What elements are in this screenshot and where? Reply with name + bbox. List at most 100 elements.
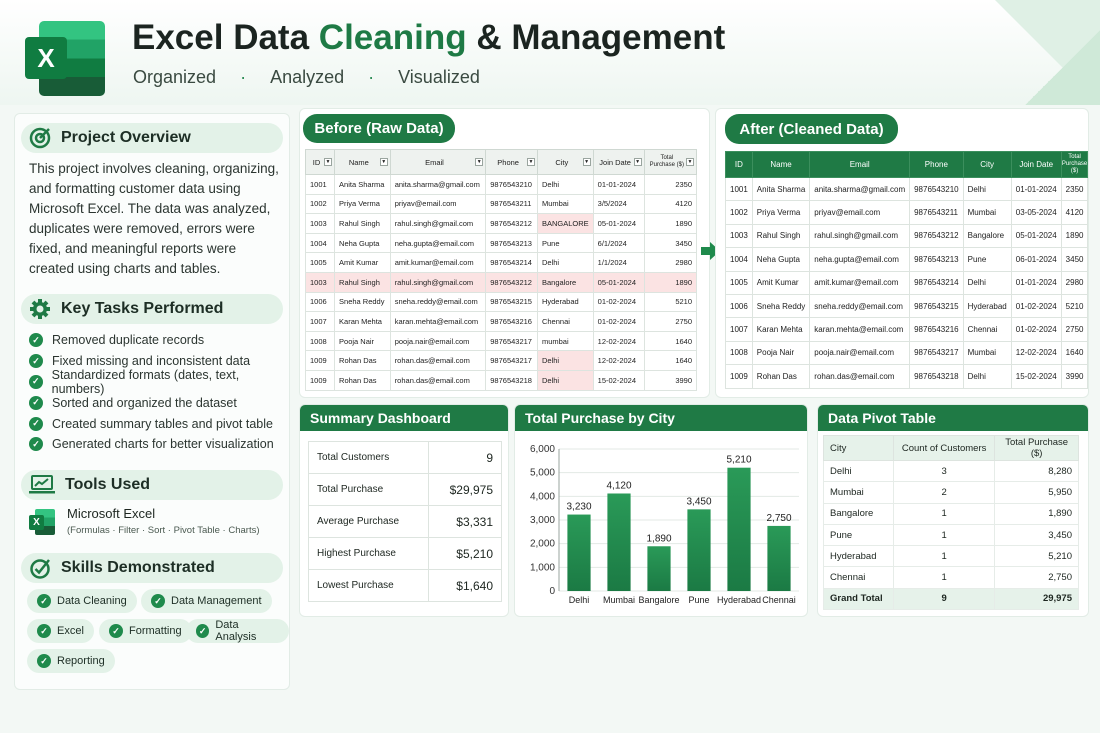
table-row: Mumbai 2 5,950 <box>823 481 1079 504</box>
pivot-table: City Count of Customers Total Purchase (… <box>823 435 1079 611</box>
x-tick-label: Bangalore <box>638 595 679 605</box>
clean-data-title: After (Cleaned Data) <box>725 114 898 144</box>
y-tick-label: 2,000 <box>530 539 555 550</box>
column-header[interactable]: Total Purchase ($) ▼ <box>643 149 698 175</box>
column-header[interactable]: ID ▼ <box>304 149 336 175</box>
gear-icon <box>30 299 50 319</box>
table-header-row: City Count of Customers Total Purchase (… <box>823 435 1079 461</box>
bar-chennai <box>767 525 791 591</box>
info-panel: Project Overview This project involves c… <box>14 113 290 690</box>
filter-dropdown-icon[interactable]: ▼ <box>526 158 535 166</box>
table-row: 1009 Rohan Das rohan.das@email.com 98765432… <box>304 350 698 371</box>
bullet-separator: · <box>240 67 247 87</box>
list-item: ✓ Generated charts for better visualizati… <box>29 434 289 455</box>
duplicate-row: 1003 Rahul Singh rahul.singh@gmail.com 9876… <box>304 271 698 293</box>
bar-bangalore <box>647 546 671 591</box>
clean-data-table: ID Name Email Phone City Join Date Total… <box>725 151 1089 389</box>
column-header[interactable]: Name ▼ <box>334 149 391 175</box>
error-cell: Delhi <box>536 350 594 371</box>
check-icon: ✓ <box>37 654 51 668</box>
table-row: 1001 Anita Sharma anita.sharma@gmail.com 98… <box>304 174 698 195</box>
table-row: 1007 Karan Mehta karan.mehta@email.com 9876… <box>725 317 1089 342</box>
bar-delhi <box>567 514 591 591</box>
bar-pune <box>687 509 711 591</box>
x-tick-label: Pune <box>688 595 709 605</box>
column-header[interactable]: ID <box>725 151 753 178</box>
chart-panel: Total Purchase by City 0 1,000 2,000 3,000 4… <box>514 404 808 617</box>
column-header[interactable]: Join Date ▼ <box>592 149 645 175</box>
check-icon: ✓ <box>196 624 210 638</box>
list-item: ✓ Created summary tables and pivot table <box>29 413 289 434</box>
filter-dropdown-icon[interactable]: ▼ <box>633 158 642 166</box>
table-row: Chennai 1 2,750 <box>823 566 1079 589</box>
pivot-title: Data Pivot Table <box>818 405 1088 431</box>
skill-badge: ✓ Formatting <box>99 619 192 643</box>
check-icon: ✓ <box>29 437 43 452</box>
filter-dropdown-icon[interactable]: ▼ <box>582 158 591 166</box>
data-label: 1,890 <box>646 533 671 544</box>
table-row: Lowest Purchase $1,640 <box>308 569 503 602</box>
column-header[interactable]: Phone <box>909 151 964 178</box>
check-icon: ✓ <box>29 333 43 348</box>
header-decoration-2 <box>1025 30 1100 105</box>
summary-table: Total Customers 9 Total Purchase $29,975 A… <box>308 441 503 602</box>
page-subtitle: Organized · Analyzed · Visualized <box>133 67 480 88</box>
table-row: Bangalore 1 1,890 <box>823 502 1079 525</box>
data-label: 4,120 <box>606 480 631 491</box>
table-row: Total Customers 9 <box>308 441 503 474</box>
column-header[interactable]: City ▼ <box>536 149 594 175</box>
table-row: 1007 Karan Mehta karan.mehta@email.com 9876… <box>304 311 698 332</box>
bar-mumbai <box>607 493 631 591</box>
table-row: Delhi 3 8,280 <box>823 459 1079 483</box>
tools-used-heading: Tools Used <box>21 470 283 500</box>
summary-dashboard-title: Summary Dashboard <box>300 405 508 431</box>
table-row: 1002 Priya Verma priyav@email.com 987654321… <box>304 193 698 215</box>
table-row: Total Purchase $29,975 <box>308 473 503 506</box>
laptop-chart-icon <box>29 475 55 494</box>
bar-chart: 0 1,000 2,000 3,000 4,000 5,000 6,000 3,230 Delh… <box>530 444 799 605</box>
y-tick-label: 6,000 <box>530 444 555 455</box>
table-row: 1008 Pooja Nair pooja.nair@email.com 987654… <box>725 340 1089 366</box>
column-header[interactable]: Email <box>809 151 911 178</box>
error-cell: Delhi <box>536 369 594 391</box>
project-overview-text: This project involves cleaning, organizi… <box>29 161 279 276</box>
check-icon: ✓ <box>29 395 43 410</box>
filter-dropdown-icon[interactable]: ▼ <box>324 158 333 166</box>
column-header[interactable]: Total Purchase ($) <box>1060 151 1089 178</box>
bar-hyderabad <box>727 467 751 591</box>
table-row: 1003 Rahul Singh rahul.singh@gmail.com 9876… <box>725 223 1089 249</box>
column-header[interactable]: City <box>962 151 1012 178</box>
list-item: ✓ Removed duplicate records <box>29 330 289 351</box>
table-header-row: ID ▼ Name ▼ Email ▼ Phone ▼ City ▼ Join Date ▼… <box>304 149 698 175</box>
x-tick-label: Delhi <box>569 595 590 605</box>
skill-badge: ✓ Excel <box>27 619 94 643</box>
raw-data-title: Before (Raw Data) <box>303 114 455 143</box>
skill-badge: ✓ Reporting <box>27 649 115 673</box>
data-label: 5,210 <box>726 455 751 466</box>
filter-dropdown-icon[interactable]: ▼ <box>686 158 694 166</box>
check-icon: ✓ <box>29 416 43 431</box>
excel-logo-icon: X <box>25 21 105 96</box>
data-label: 2,750 <box>766 513 791 524</box>
check-icon: ✓ <box>37 624 51 638</box>
table-row: Highest Purchase $5,210 <box>308 537 503 570</box>
filter-dropdown-icon[interactable]: ▼ <box>475 158 484 166</box>
column-header[interactable]: Join Date <box>1010 151 1062 178</box>
table-row: Hyderabad 1 5,210 <box>823 545 1079 568</box>
table-row: 1008 Pooja Nair pooja.nair@email.com 987654… <box>304 330 698 352</box>
key-tasks-heading: Key Tasks Performed <box>21 294 283 324</box>
page-title: Excel Data Cleaning & Management <box>132 18 725 58</box>
check-icon: ✓ <box>151 594 165 608</box>
check-icon: ✓ <box>29 374 43 389</box>
bullet-separator: · <box>368 67 375 87</box>
column-header[interactable]: Phone ▼ <box>485 149 538 175</box>
data-label: 3,230 <box>566 502 591 513</box>
column-header[interactable]: Name <box>751 151 811 178</box>
raw-data-table: ID ▼ Name ▼ Email ▼ Phone ▼ City ▼ Join Date ▼… <box>304 149 698 391</box>
y-tick-label: 1,000 <box>530 562 555 573</box>
column-header[interactable]: Email ▼ <box>389 149 487 175</box>
table-row: 1009 Rohan Das rohan.das@email.com 98765432… <box>725 364 1089 389</box>
tool-name: Microsoft Excel <box>67 506 156 521</box>
table-row: 1001 Anita Sharma anita.sharma@gmail.com 98… <box>725 176 1089 202</box>
filter-dropdown-icon[interactable]: ▼ <box>379 158 388 166</box>
